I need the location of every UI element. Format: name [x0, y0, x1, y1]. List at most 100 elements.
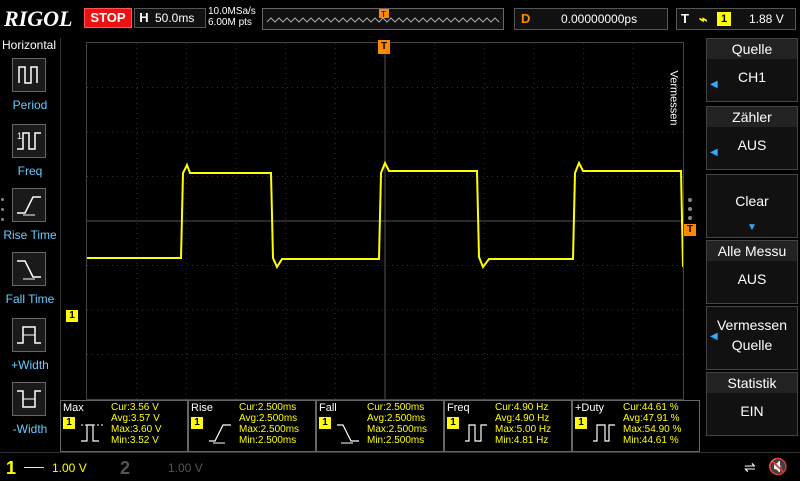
- measure-item-rise[interactable]: Rise 1 Cur:2.500ms Avg:2.500ms Max:2.500…: [188, 400, 316, 452]
- trigger-key: T: [681, 11, 689, 26]
- measure-rise-time-button[interactable]: Rise Time: [0, 188, 60, 250]
- measure-cur: Cur:44.61 %: [623, 402, 679, 413]
- menu-clear-button[interactable]: Clear ▼: [706, 174, 798, 238]
- top-status-bar: RIGOL STOP H 50.0ms 10.0MSa/s 6.00M pts …: [0, 0, 800, 36]
- measure-name: +Duty: [575, 402, 605, 414]
- left-arrow-icon: ◀: [710, 79, 718, 90]
- neg-width-label: -Width: [12, 422, 48, 436]
- measure-menu-panel: Vermessen Quelle ◀ CH1 Zähler ◀ AUS Clea…: [668, 38, 800, 448]
- period-label: Period: [12, 98, 48, 112]
- menu-source-value: CH1: [737, 69, 766, 85]
- measure-item-pos-duty[interactable]: +Duty 1 Cur:44.61 % Avg:47.91 % Max:54.9…: [572, 400, 700, 452]
- channel-2-status[interactable]: 2 1.00 V: [116, 457, 226, 479]
- measure-neg-width-button[interactable]: -Width: [0, 382, 60, 444]
- measure-name: Max: [63, 402, 84, 414]
- measure-max: Max:2.500ms: [367, 424, 428, 435]
- svg-text:T: T: [381, 10, 386, 19]
- menu-all-measure-button[interactable]: Alle Messu AUS: [706, 240, 798, 304]
- measure-min: Min:44.61 %: [623, 435, 679, 446]
- measurement-results-strip: Max 1 Cur:3.56 V Avg:3.57 V Max:3.60 V M…: [60, 400, 700, 452]
- channel-1-status[interactable]: 1 1.00 V: [0, 457, 110, 479]
- menu-statistics-button[interactable]: Statistik EIN: [706, 372, 798, 436]
- menu-counter-button[interactable]: Zähler ◀ AUS: [706, 106, 798, 170]
- delay-key: D: [521, 11, 531, 26]
- left-arrow-icon: ◀: [710, 331, 718, 342]
- panel-title: Horizontal: [2, 38, 57, 52]
- center-axes: [87, 43, 683, 399]
- coupling-icon: [24, 467, 44, 468]
- menu-source-button[interactable]: Quelle ◀ CH1: [706, 38, 798, 102]
- down-arrow-icon: ▼: [747, 222, 757, 233]
- horizontal-timebase-box[interactable]: H 50.0ms: [134, 8, 206, 28]
- menu-statistics-title: Statistik: [707, 373, 797, 393]
- channel-scale: 1.00 V: [168, 461, 203, 475]
- channel-scale: 1.00 V: [52, 461, 87, 475]
- menu-statistics-value: EIN: [740, 403, 764, 419]
- delay-value: 0.00000000ps: [561, 12, 638, 26]
- channel-badge: 1: [447, 417, 459, 429]
- menu-measure-source-button[interactable]: Vermessen ◀ Quelle: [706, 306, 798, 370]
- measure-item-freq[interactable]: Freq 1 Cur:4.90 Hz Avg:4.90 Hz Max:5.00 …: [444, 400, 572, 452]
- measure-min: Min:4.81 Hz: [495, 435, 549, 446]
- freq-icon: 1: [12, 124, 46, 158]
- ch1-offset-marker[interactable]: 1: [66, 310, 78, 322]
- channel-number: 2: [120, 458, 131, 478]
- measure-name: Freq: [447, 402, 470, 414]
- timebase-value: 50.0ms: [155, 11, 195, 25]
- trigger-channel-badge: 1: [717, 12, 731, 26]
- rise-time-icon: [209, 424, 231, 444]
- measure-item-max[interactable]: Max 1 Cur:3.56 V Avg:3.57 V Max:3.60 V M…: [60, 400, 188, 452]
- acquisition-info: 10.0MSa/s 6.00M pts: [208, 6, 256, 28]
- memory-depth: 6.00M pts: [208, 17, 252, 28]
- measure-pos-width-button[interactable]: +Width: [0, 318, 60, 380]
- trigger-level: 1.88 V: [749, 12, 784, 26]
- measure-fall-time-button[interactable]: Fall Time: [0, 252, 60, 314]
- memory-overview-bar: T: [262, 8, 504, 30]
- measure-values: Cur:4.90 Hz Avg:4.90 Hz Max:5.00 Hz Min:…: [495, 402, 571, 446]
- channel-badge: 1: [575, 417, 587, 429]
- scroll-dots: [688, 198, 692, 225]
- measure-cur: Cur:2.500ms: [367, 402, 425, 413]
- delay-box[interactable]: D 0.00000000ps: [514, 8, 668, 30]
- measure-item-fall[interactable]: Fall 1 Cur:2.500ms Avg:2.500ms Max:2.500…: [316, 400, 444, 452]
- menu-source-title: Quelle: [707, 39, 797, 59]
- fall-time-icon: [337, 424, 359, 444]
- horizontal-key: H: [139, 10, 149, 25]
- measure-values: Cur:44.61 % Avg:47.91 % Max:54.90 % Min:…: [623, 402, 699, 446]
- measure-values: Cur:2.500ms Avg:2.500ms Max:2.500ms Min:…: [239, 402, 315, 446]
- rising-edge-icon: ⌁: [699, 11, 708, 27]
- channel-badge: 1: [319, 417, 331, 429]
- period-icon: [12, 58, 46, 92]
- trigger-box[interactable]: T ⌁ 1 1.88 V: [676, 8, 796, 30]
- measure-avg: Avg:4.90 Hz: [495, 413, 550, 424]
- usb-icon: ⇌: [744, 459, 756, 475]
- speaker-mute-icon[interactable]: 🔇: [768, 457, 788, 477]
- waveform-display[interactable]: [86, 42, 684, 400]
- fall-time-label: Fall Time: [5, 292, 55, 306]
- run-stop-indicator[interactable]: STOP: [84, 8, 132, 28]
- menu-all-measure-title: Alle Messu: [707, 241, 797, 261]
- svg-text:1: 1: [17, 131, 22, 141]
- waveform-svg: [87, 43, 683, 399]
- measure-max: Max:5.00 Hz: [495, 424, 552, 435]
- measure-values: Cur:2.500ms Avg:2.500ms Max:2.500ms Min:…: [367, 402, 443, 446]
- measure-period-button[interactable]: Period: [0, 58, 60, 120]
- measure-name: Rise: [191, 402, 214, 414]
- pos-duty-icon: [593, 424, 615, 442]
- menu-counter-title: Zähler: [707, 107, 797, 127]
- pos-width-icon: [12, 318, 46, 352]
- neg-width-icon: [12, 382, 46, 416]
- measure-max: Max:3.60 V: [111, 424, 162, 435]
- channel-badge: 1: [191, 417, 203, 429]
- trigger-position-marker[interactable]: T: [378, 40, 390, 54]
- measure-freq-button[interactable]: 1 Freq: [0, 124, 60, 186]
- measure-values: Cur:3.56 V Avg:3.57 V Max:3.60 V Min:3.5…: [111, 402, 187, 446]
- fall-time-icon: [12, 252, 46, 286]
- menu-measure-source-value: Quelle: [731, 337, 773, 353]
- sample-rate: 10.0MSa/s: [208, 6, 256, 17]
- measure-min: Min:2.500ms: [367, 435, 425, 446]
- pos-width-label: +Width: [11, 358, 49, 372]
- memory-waveform-icon: T: [266, 9, 500, 23]
- channel-badge: 1: [63, 417, 75, 429]
- menu-clear-label: Clear: [735, 193, 769, 209]
